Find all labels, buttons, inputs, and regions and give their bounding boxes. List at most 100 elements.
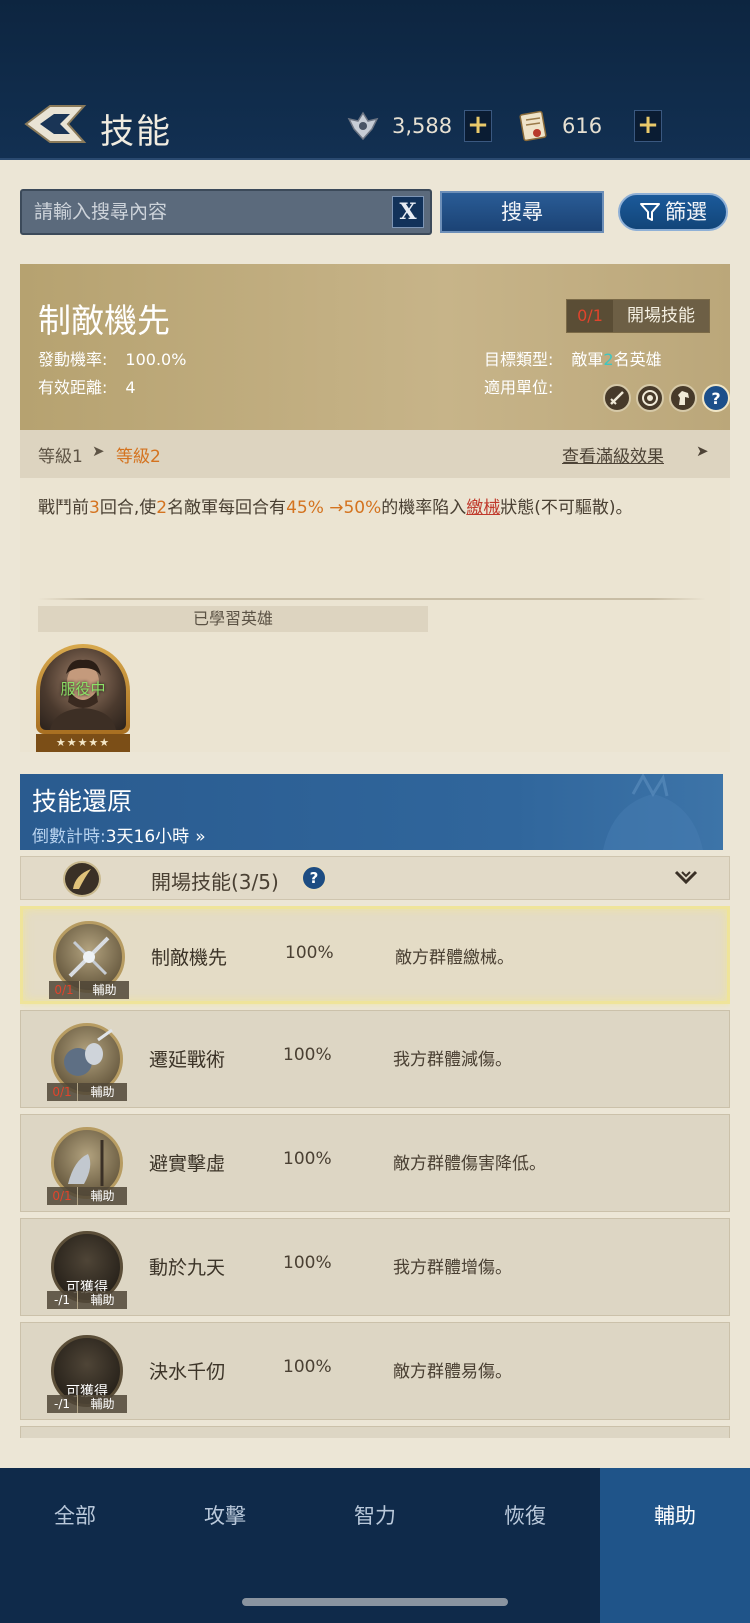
skill-restore-banner[interactable]: 技能還原 倒數計時:3天16小時»	[20, 774, 723, 850]
home-indicator[interactable]	[242, 1598, 508, 1606]
skill-effect: 敵方群體易傷。	[393, 1362, 512, 1382]
help-icon[interactable]: ?	[702, 384, 730, 412]
skill-slot-count: 0/1	[567, 300, 613, 332]
search-button[interactable]: 搜尋	[440, 191, 604, 233]
skill-type-label: 開場技能	[613, 300, 709, 332]
category-row[interactable]: 開場技能(3/5) ?	[20, 856, 730, 900]
effective-range: 有效距離: 4	[38, 374, 136, 398]
applicable-units-label: 適用單位:	[484, 378, 554, 397]
skill-detail-card: 制敵機先 0/1 開場技能 發動機率: 100.0% 有效距離: 4 目標類型: 敵軍…	[20, 264, 730, 752]
skill-row[interactable]: 可獲得 -/1 輔助 決水千仞 100% 敵方群體易傷。	[20, 1322, 730, 1420]
tab-attack[interactable]: 攻擊	[150, 1468, 300, 1568]
skill-name: 動於九天	[149, 1257, 226, 1279]
skill-row[interactable]: 0/1 輔助 遷延戰術 100% 我方群體減傷。	[20, 1010, 730, 1108]
hero-card[interactable]: 服役中 ★★★★★	[36, 644, 130, 752]
search-box: X	[20, 189, 432, 235]
skill-list: 0/1 輔助 制敵機先 100% 敵方群體繳械。 0/1 輔助 遷延戰術 100% …	[20, 906, 730, 1438]
restore-countdown: 倒數計時:3天16小時»	[32, 827, 206, 847]
hero-portrait: 服役中	[40, 648, 126, 730]
range-label: 有效距離:	[38, 378, 108, 397]
current-level: 等級1	[38, 447, 83, 467]
scroll-value: 616	[562, 114, 603, 138]
filter-icon	[640, 203, 660, 221]
target-type: 目標類型: 敵軍2名英雄	[484, 346, 662, 370]
skill-row[interactable]: 0/1 輔助 避實擊虛 100% 敵方群體傷害降低。	[20, 1114, 730, 1212]
trigger-rate-label: 發動機率:	[38, 350, 108, 369]
target-type-label: 目標類型:	[484, 350, 554, 369]
skill-rate: 100%	[283, 1253, 332, 1273]
next-level: 等級2	[116, 447, 161, 467]
skill-name: 制敵機先	[151, 947, 228, 969]
skill-rate: 100%	[283, 1149, 332, 1169]
range-value: 4	[125, 378, 136, 397]
tab-intelligence[interactable]: 智力	[300, 1468, 450, 1568]
hero-stars: ★★★★★	[36, 734, 130, 752]
skill-rate: 100%	[283, 1357, 332, 1377]
skill-effect: 敵方群體傷害降低。	[393, 1154, 546, 1174]
search-input[interactable]	[22, 191, 382, 233]
restore-title: 技能還原	[32, 787, 133, 816]
skill-effect: 我方群體減傷。	[393, 1050, 512, 1070]
status-keyword[interactable]: 繳械	[466, 498, 500, 518]
skill-type-tag: 0/1 開場技能	[566, 299, 710, 333]
skill-description: 戰鬥前3回合,使2名敵軍每回合有45% →50%的機率陷入繳械狀態(不可驅散)。	[38, 498, 633, 518]
double-chevron-icon[interactable]: »	[195, 827, 205, 847]
skill-badge: -/1 輔助	[47, 1395, 127, 1413]
chevron-down-icon[interactable]	[673, 867, 699, 889]
sword-icon[interactable]	[603, 384, 631, 412]
divider	[38, 598, 706, 600]
category-label: 開場技能(3/5)	[151, 870, 279, 894]
filter-label: 篩選	[665, 200, 707, 224]
horse-icon[interactable]	[669, 384, 697, 412]
honor-value: 3,588	[392, 114, 453, 138]
skill-rate: 100%	[285, 943, 334, 963]
add-scroll-button[interactable]: +	[634, 110, 662, 142]
hero-status: 服役中	[60, 680, 106, 698]
skill-header: 制敵機先 0/1 開場技能 發動機率: 100.0% 有效距離: 4 目標類型: 敵軍…	[20, 264, 730, 430]
learned-heroes-label: 已學習英雄	[38, 606, 428, 632]
page-title: 技能	[100, 112, 172, 152]
skill-badge: 0/1 輔助	[47, 1187, 127, 1205]
skill-row[interactable]: 0/1 輔助 制敵機先 100% 敵方群體繳械。	[20, 906, 730, 1004]
horn-icon	[63, 861, 101, 897]
skill-name: 避實擊虛	[149, 1153, 226, 1175]
trigger-rate: 發動機率: 100.0%	[38, 346, 186, 370]
tab-recovery[interactable]: 恢復	[450, 1468, 600, 1568]
skill-badge: 0/1 輔助	[47, 1083, 127, 1101]
level-arrow-icon: ➤	[92, 442, 105, 460]
target-suffix: 名英雄	[613, 350, 662, 369]
resource-honor: 3,588 +	[346, 108, 492, 144]
countdown-value: 3天16小時	[105, 827, 190, 847]
skill-name: 遷延戰術	[149, 1049, 226, 1071]
level-bar: 等級1 ➤ 等級2 查看滿級效果 ➤	[20, 430, 730, 478]
category-help-icon[interactable]: ?	[301, 865, 327, 891]
skill-row[interactable]: 可獲得 -/1 輔助 動於九天 100% 我方群體增傷。	[20, 1218, 730, 1316]
clear-search-button[interactable]: X	[392, 196, 424, 228]
add-honor-button[interactable]: +	[464, 110, 492, 142]
target-prefix: 敵軍	[571, 350, 604, 369]
skill-rate: 100%	[283, 1045, 332, 1065]
top-bar: 技能 3,588 + 616 +	[0, 0, 750, 160]
skill-badge: 0/1 輔助	[49, 981, 129, 999]
target-count: 2	[603, 350, 614, 369]
back-button[interactable]	[22, 100, 90, 148]
applicable-units: ?	[603, 384, 730, 412]
back-arrow-icon	[24, 105, 87, 143]
skill-name: 制敵機先	[38, 301, 170, 340]
skill-badge: -/1 輔助	[47, 1291, 127, 1309]
skill-effect: 敵方群體繳械。	[395, 948, 514, 968]
resource-scroll: 616 +	[516, 108, 662, 144]
honor-crest-icon	[347, 111, 379, 141]
skill-effect: 我方群體增傷。	[393, 1258, 512, 1278]
filter-button[interactable]: 篩選	[618, 193, 728, 231]
tab-all[interactable]: 全部	[0, 1468, 150, 1568]
max-effect-arrow-icon[interactable]: ➤	[696, 442, 709, 460]
tab-support[interactable]: 輔助	[600, 1468, 750, 1623]
trigger-rate-value: 100.0%	[125, 350, 187, 369]
hero-frame: 服役中	[36, 644, 130, 734]
view-max-effect-link[interactable]: 查看滿級效果	[562, 442, 664, 467]
skill-name: 決水千仞	[149, 1361, 226, 1383]
statue-decoration	[603, 774, 703, 850]
skill-row-partial[interactable]	[20, 1426, 730, 1438]
target-icon[interactable]	[636, 384, 664, 412]
